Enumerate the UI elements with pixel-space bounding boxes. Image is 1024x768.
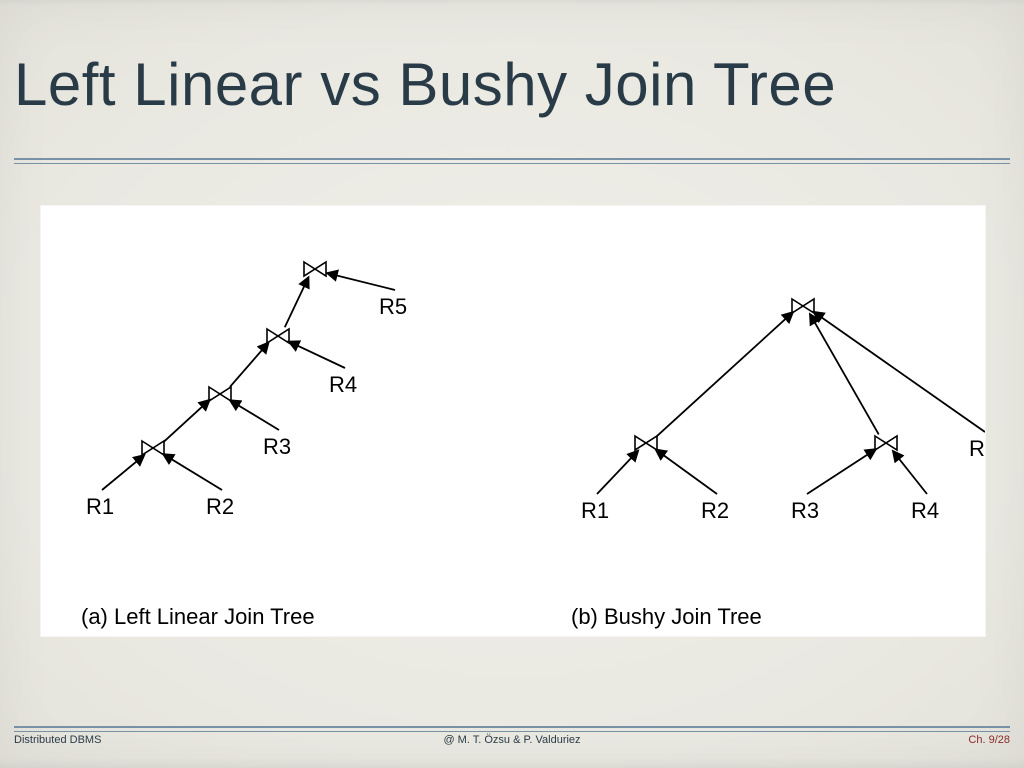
join-node-j1: [142, 441, 164, 455]
edge: [597, 451, 638, 494]
rule-top: [14, 158, 1010, 164]
edge: [893, 452, 927, 494]
caption-left: (a) Left Linear Join Tree: [81, 604, 315, 629]
page-title: Left Linear vs Bushy Join Tree: [14, 50, 836, 119]
edge: [656, 450, 717, 494]
edge: [807, 449, 875, 494]
relation-R2: R2: [206, 494, 234, 519]
rule-bottom: [14, 726, 1010, 732]
join-node-jR: [875, 436, 897, 450]
edge: [289, 342, 345, 368]
edge: [164, 400, 209, 441]
join-node-jTop: [792, 299, 814, 313]
edge: [164, 454, 222, 490]
relation-R1: R1: [86, 494, 114, 519]
edge: [657, 313, 793, 437]
relation-R5: R5: [969, 436, 986, 461]
relation-R5: R5: [379, 294, 407, 319]
relation-R2: R2: [701, 498, 729, 523]
relation-R3: R3: [263, 434, 291, 459]
left-linear-tree: R1 R2 R3 R4 R5: [86, 262, 407, 519]
join-tree-diagram: R1 R2 R3 R4 R5 R1 R2 R3 R4 R5 (a) Left Linear Jo…: [40, 205, 986, 637]
join-node-j2: [209, 387, 231, 401]
relation-R3: R3: [791, 498, 819, 523]
join-node-jL: [635, 436, 657, 450]
join-node-j3: [267, 329, 289, 343]
join-node-j4: [304, 262, 326, 276]
relation-R4: R4: [329, 372, 357, 397]
edge: [230, 343, 268, 387]
footer-right: Ch. 9/28: [968, 734, 1010, 746]
edge: [328, 273, 395, 290]
footer-center: @ M. T. Özsu & P. Valduriez: [0, 734, 1024, 746]
caption-right: (b) Bushy Join Tree: [571, 604, 762, 629]
edge: [102, 456, 144, 490]
relation-R1: R1: [581, 498, 609, 523]
bushy-tree: R1 R2 R3 R4 R5: [581, 299, 986, 523]
edge: [231, 401, 279, 430]
edge: [285, 278, 308, 327]
relation-R4: R4: [911, 498, 939, 523]
edge: [814, 312, 985, 432]
